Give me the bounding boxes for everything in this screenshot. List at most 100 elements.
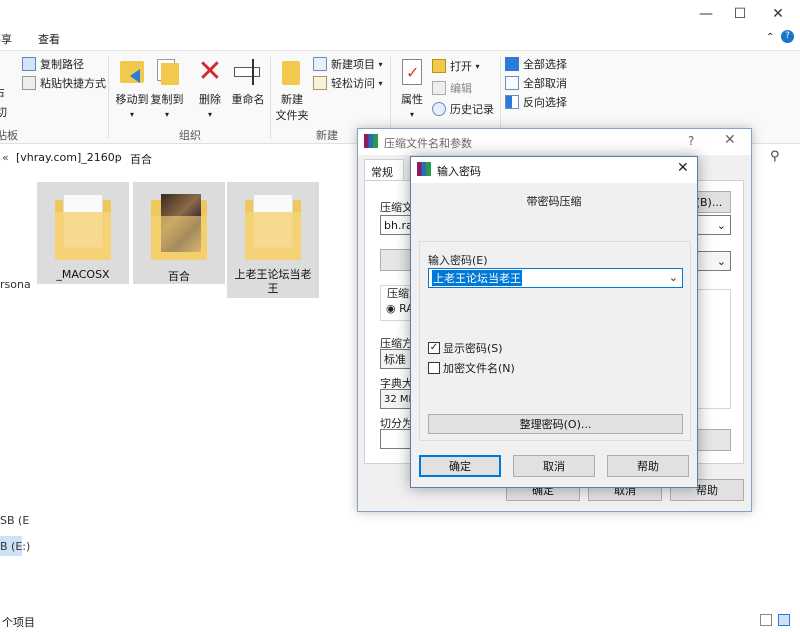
large-icons-view-icon[interactable]: [778, 614, 790, 626]
details-view-icon[interactable]: [760, 614, 772, 626]
invert-selection-button[interactable]: 反向选择: [505, 93, 567, 111]
sidebar-item-personal[interactable]: rsona: [0, 278, 31, 291]
new-item-icon: [313, 57, 327, 71]
copy-path-label: 复制路径: [40, 58, 84, 71]
copy-to-button[interactable]: 复制到 ▾: [145, 57, 189, 120]
invert-selection-label: 反向选择: [523, 96, 567, 109]
new-folder-label-2: 文件夹: [275, 109, 309, 122]
copy-to-label: 复制到: [150, 93, 184, 106]
breadcrumb-item-2[interactable]: 百合: [130, 151, 152, 167]
delete-icon: ✕: [197, 54, 223, 89]
history-button[interactable]: 历史记录: [432, 100, 494, 118]
select-none-button[interactable]: 全部取消: [505, 74, 567, 92]
password-ok-button[interactable]: 确定: [419, 455, 501, 477]
new-folder-icon: [276, 57, 308, 87]
folder-icon: [245, 194, 301, 260]
show-password-label: 显示密码(S): [443, 342, 503, 355]
archive-help-icon[interactable]: ?: [688, 134, 694, 148]
easy-access-label: 轻松访问: [331, 77, 375, 90]
move-to-label: 移动到: [115, 93, 149, 106]
select-all-button[interactable]: 全部选择: [505, 55, 567, 73]
rename-icon: [232, 57, 264, 87]
profile-button[interactable]: [380, 249, 412, 271]
clipboard-group-label: 贴板: [0, 129, 18, 142]
folder-item[interactable]: 百合: [133, 182, 225, 284]
rename-button[interactable]: 重命名: [226, 57, 270, 107]
move-to-icon: [116, 57, 148, 87]
encrypt-names-label: 加密文件名(N): [443, 362, 515, 375]
password-panel: 输入密码(E) 上老王论坛当老王 ⌄ ✓ 显示密码(S) 加密文件名(N) 整理…: [419, 241, 691, 441]
open-icon: [432, 59, 446, 73]
enter-password-label: 输入密码(E): [428, 254, 488, 267]
folder-item[interactable]: 上老王论坛当老王: [227, 182, 319, 298]
select-all-label: 全部选择: [523, 58, 567, 71]
copy-path-icon: [22, 57, 36, 71]
properties-icon: ✓: [396, 57, 428, 87]
folder-item[interactable]: _MACOSX: [37, 182, 129, 284]
delete-label: 删除: [199, 93, 221, 106]
rename-label: 重命名: [231, 93, 265, 106]
edit-icon: [432, 81, 446, 95]
new-item-button[interactable]: 新建项目 ▾: [313, 55, 383, 73]
breadcrumb-item-1[interactable]: [vhray.com]_2160p: [16, 151, 122, 164]
invert-selection-icon: [505, 95, 519, 109]
select-none-icon: [505, 76, 519, 90]
menu-share[interactable]: 共享: [0, 31, 12, 47]
easy-access-icon: [313, 76, 327, 90]
folder-name: 上老王论坛当老王: [234, 268, 312, 295]
password-cancel-button[interactable]: 取消: [513, 455, 595, 477]
folder-icon: [55, 194, 111, 260]
properties-button[interactable]: ✓ 属性 ▾: [390, 57, 434, 120]
minimize-icon[interactable]: —: [689, 0, 723, 28]
new-folder-label-1: 新建: [281, 93, 303, 106]
help-icon[interactable]: ?: [781, 30, 794, 43]
archive-dialog-titlebar: 压缩文件名和参数 ? ✕: [358, 129, 751, 155]
password-value: 上老王论坛当老王: [432, 270, 522, 286]
password-dialog-titlebar: 输入密码 ✕: [411, 157, 697, 183]
password-heading: 带密码压缩: [526, 195, 582, 208]
password-input[interactable]: 上老王论坛当老王 ⌄: [428, 268, 683, 288]
breadcrumb-separator-icon: ›: [117, 151, 121, 162]
new-item-label: 新建项目: [331, 58, 375, 71]
history-label: 历史记录: [450, 103, 494, 116]
cut-fragment[interactable]: 切: [0, 103, 7, 121]
open-button[interactable]: 打开 ▾: [432, 57, 480, 75]
status-bar: 个项目: [0, 610, 800, 632]
menu-view[interactable]: 查看: [38, 31, 60, 47]
archive-dialog-title: 压缩文件名和参数: [384, 137, 472, 150]
organize-group-label: 组织: [179, 129, 201, 142]
easy-access-button[interactable]: 轻松访问 ▾: [313, 74, 383, 92]
maximize-icon[interactable]: ☐: [723, 0, 757, 28]
item-count: 个项目: [2, 616, 35, 629]
properties-label: 属性: [401, 93, 423, 106]
encrypt-names-checkbox[interactable]: 加密文件名(N): [428, 360, 515, 376]
paste-fragment[interactable]: 占: [0, 83, 5, 101]
password-history-dropdown-icon[interactable]: ⌄: [669, 271, 678, 284]
organize-passwords-button[interactable]: 整理密码(O)...: [428, 414, 683, 434]
tab-general[interactable]: 常规: [364, 159, 404, 181]
tab-general-label: 常规: [371, 166, 393, 179]
close-icon[interactable]: ✕: [761, 0, 795, 28]
copy-path-button[interactable]: 复制路径: [22, 55, 84, 73]
folder-name: _MACOSX: [56, 268, 110, 281]
select-none-label: 全部取消: [523, 77, 567, 90]
paste-shortcut-icon: [22, 76, 36, 90]
edit-button[interactable]: 编辑: [432, 79, 472, 97]
breadcrumb-overflow-icon[interactable]: «: [2, 151, 9, 164]
paste-shortcut-button[interactable]: 粘贴快捷方式: [22, 74, 106, 92]
show-password-checkbox[interactable]: ✓ 显示密码(S): [428, 340, 503, 356]
winrar-icon: [417, 162, 431, 176]
folder-name: 百合: [168, 270, 190, 283]
password-dialog: 输入密码 ✕ 带密码压缩 输入密码(E) 上老王论坛当老王 ⌄ ✓ 显示密码(S…: [410, 156, 698, 488]
archive-close-icon[interactable]: ✕: [724, 132, 736, 148]
password-close-icon[interactable]: ✕: [677, 160, 689, 176]
sidebar-item-usb-2[interactable]: B (E:): [0, 540, 30, 553]
new-folder-button[interactable]: 新建 文件夹: [270, 57, 314, 123]
ribbon-collapse-icon[interactable]: ⌃: [766, 32, 774, 43]
password-help-button[interactable]: 帮助: [607, 455, 689, 477]
open-label: 打开: [450, 60, 472, 73]
method-value: 标准: [384, 353, 406, 366]
encrypt-names-box: [428, 362, 440, 374]
search-icon[interactable]: ⚲: [770, 149, 780, 164]
sidebar-item-usb-1[interactable]: SB (E: [0, 514, 29, 527]
